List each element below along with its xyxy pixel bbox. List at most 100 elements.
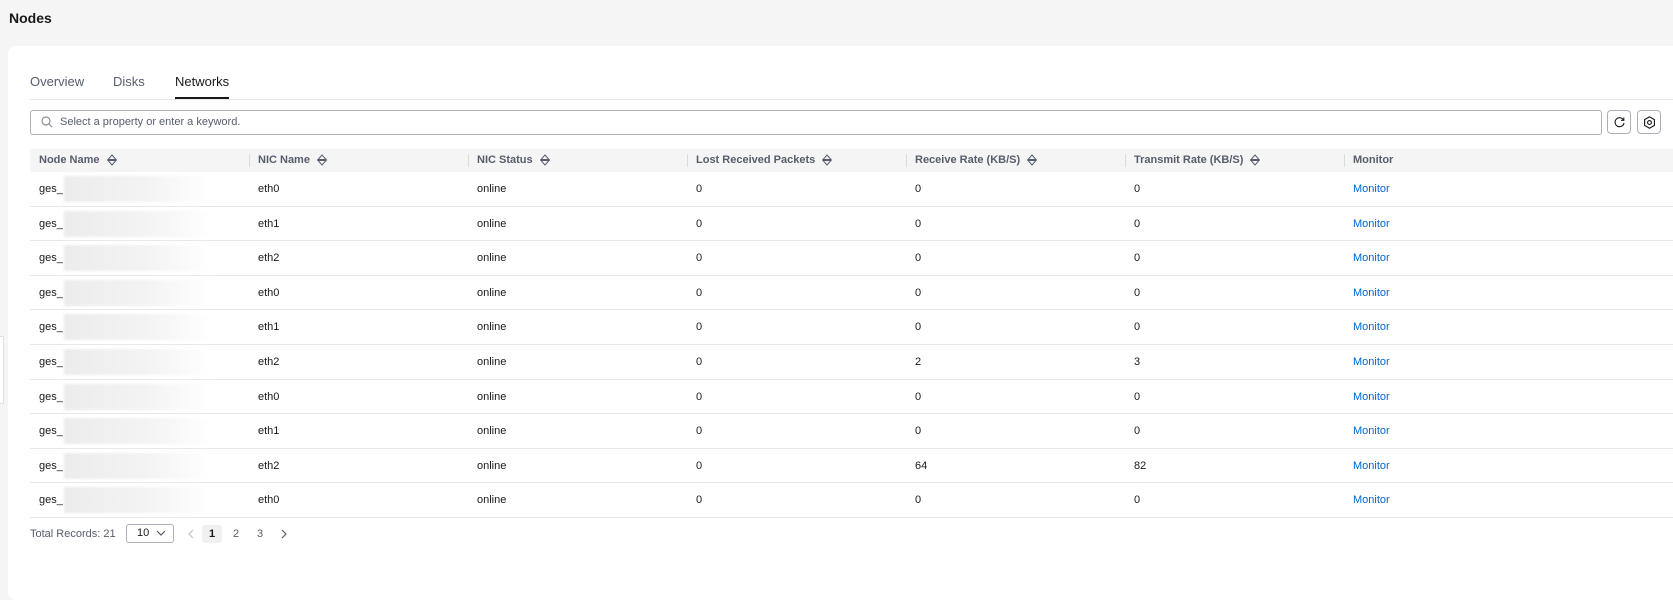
settings-button[interactable] (1637, 110, 1661, 134)
transmit-rate-cell: 0 (1134, 321, 1141, 334)
search-input[interactable] (60, 113, 1580, 131)
table-row: ges_ eth0 online 0 0 0 Monitor (30, 483, 1673, 518)
column-header-transmit-rate[interactable]: Transmit Rate (KB/S) (1125, 149, 1344, 172)
column-header-monitor: Monitor (1353, 154, 1394, 166)
monitor-link[interactable]: Monitor (1344, 241, 1390, 275)
nic-status-cell: online (477, 217, 507, 230)
sort-icon[interactable] (1250, 154, 1261, 166)
tab-overview[interactable]: Overview (30, 74, 84, 98)
table-row: ges_ eth2 online 0 0 0 Monitor (30, 241, 1673, 276)
monitor-link[interactable]: Monitor (1344, 414, 1390, 448)
redacted-node-suffix (63, 314, 212, 341)
lost-packets-cell: 0 (696, 183, 703, 195)
page-size-value: 10 (137, 527, 150, 539)
column-header-lost-received-packets[interactable]: Lost Received Packets (687, 149, 906, 172)
page-size-select[interactable]: 10 (126, 524, 174, 543)
total-records: Total Records: 21 (30, 528, 116, 540)
refresh-button[interactable] (1607, 110, 1631, 134)
redacted-node-suffix (63, 245, 212, 272)
side-collapse-handle[interactable] (0, 336, 4, 404)
column-header-nic-status[interactable]: NIC Status (468, 149, 687, 172)
monitor-link[interactable]: Monitor (1344, 276, 1390, 310)
nic-name-cell: eth0 (258, 390, 280, 403)
nic-status-cell: online (477, 425, 507, 438)
monitor-link[interactable]: Monitor (1344, 172, 1390, 206)
nic-status-cell: online (477, 494, 507, 507)
redacted-node-suffix (63, 418, 212, 445)
transmit-rate-cell: 0 (1134, 217, 1141, 230)
node-name-cell: ges_ (30, 241, 212, 275)
transmit-rate-cell: 0 (1134, 494, 1141, 507)
nic-name-cell: eth2 (258, 252, 280, 265)
main-card: Overview Disks Networks Node Name (8, 46, 1673, 600)
nic-status-cell: online (477, 390, 507, 403)
monitor-link[interactable]: Monitor (1344, 310, 1390, 344)
monitor-link[interactable]: Monitor (1344, 483, 1390, 517)
lost-packets-cell: 0 (696, 459, 703, 472)
redacted-node-suffix (63, 487, 212, 514)
nic-name-cell: eth2 (258, 459, 280, 472)
sort-icon[interactable] (317, 154, 328, 166)
column-header-node-name[interactable]: Node Name (30, 149, 249, 172)
tab-disks[interactable]: Disks (113, 74, 145, 98)
sort-icon[interactable] (539, 154, 550, 166)
table-row: ges_ eth1 online 0 0 0 Monitor (30, 414, 1673, 449)
nic-name-cell: eth0 (258, 494, 280, 507)
gear-icon (1643, 115, 1655, 129)
sort-icon[interactable] (822, 154, 833, 166)
node-name-cell: ges_ (30, 172, 212, 206)
redacted-node-suffix (63, 452, 212, 479)
nic-status-cell: online (477, 183, 507, 195)
receive-rate-cell: 0 (915, 321, 922, 334)
table-row: ges_ eth0 online 0 0 0 Monitor (30, 172, 1673, 207)
nic-status-cell: online (477, 321, 507, 334)
node-name-cell: ges_ (30, 276, 212, 310)
receive-rate-cell: 0 (915, 494, 922, 507)
node-name-cell: ges_ (30, 380, 212, 414)
monitor-link[interactable]: Monitor (1344, 207, 1390, 241)
table-row: ges_ eth2 online 0 64 82 Monitor (30, 449, 1673, 484)
receive-rate-cell: 0 (915, 217, 922, 230)
search-icon (41, 116, 53, 128)
page-1[interactable]: 1 (202, 525, 222, 543)
receive-rate-cell: 0 (915, 390, 922, 403)
redacted-node-suffix (63, 383, 212, 410)
sort-icon[interactable] (1027, 154, 1038, 166)
monitor-link[interactable]: Monitor (1344, 380, 1390, 414)
column-header-receive-rate[interactable]: Receive Rate (KB/S) (906, 149, 1125, 172)
nic-status-cell: online (477, 286, 507, 299)
receive-rate-cell: 0 (915, 252, 922, 265)
transmit-rate-cell: 0 (1134, 286, 1141, 299)
page-2[interactable]: 2 (226, 525, 246, 543)
page-3[interactable]: 3 (250, 525, 270, 543)
nic-name-cell: eth1 (258, 425, 280, 438)
table-row: ges_ eth0 online 0 0 0 Monitor (30, 380, 1673, 415)
receive-rate-cell: 64 (915, 459, 928, 472)
monitor-link[interactable]: Monitor (1344, 449, 1390, 483)
column-header-nic-name[interactable]: NIC Name (249, 149, 468, 172)
nic-name-cell: eth1 (258, 217, 280, 230)
chevron-left-icon[interactable] (187, 529, 195, 539)
receive-rate-cell: 0 (915, 183, 922, 195)
sort-icon[interactable] (106, 154, 117, 166)
node-name-cell: ges_ (30, 345, 212, 379)
pagination: Total Records: 21 10 1 2 3 (30, 522, 630, 546)
lost-packets-cell: 0 (696, 390, 703, 403)
refresh-icon (1614, 116, 1625, 127)
nic-name-cell: eth2 (258, 355, 280, 368)
monitor-link[interactable]: Monitor (1344, 345, 1390, 379)
table-body: ges_ eth0 online 0 0 0 Monitor ges_ eth1… (30, 172, 1673, 518)
transmit-rate-cell: 0 (1134, 425, 1141, 438)
lost-packets-cell: 0 (696, 217, 703, 230)
table-row: ges_ eth0 online 0 0 0 Monitor (30, 276, 1673, 311)
tab-networks[interactable]: Networks (175, 74, 230, 99)
redacted-node-suffix (63, 210, 212, 237)
node-name-cell: ges_ (30, 449, 212, 483)
search-box[interactable] (30, 110, 1602, 135)
nic-name-cell: eth1 (258, 321, 280, 334)
nic-name-cell: eth0 (258, 183, 280, 195)
receive-rate-cell: 0 (915, 425, 922, 438)
nic-status-cell: online (477, 355, 507, 368)
chevron-right-icon[interactable] (280, 529, 288, 539)
node-name-cell: ges_ (30, 414, 212, 448)
